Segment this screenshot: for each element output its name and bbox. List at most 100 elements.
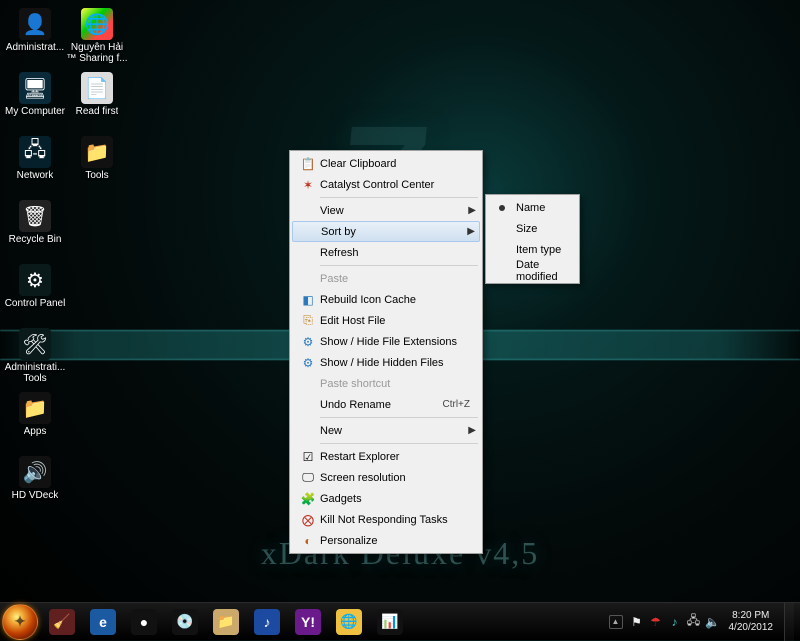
action-center-icon[interactable]: ⚑ <box>630 615 644 629</box>
start-orb-icon: ✦ <box>14 613 26 630</box>
ctx-edit-host[interactable]: ⎘ Edit Host File <box>292 310 480 331</box>
read-first-icon: 📄 <box>81 72 113 104</box>
network-icon: 🖧 <box>19 136 51 168</box>
desktop-icon-control-panel[interactable]: ⚙ Control Panel <box>4 260 66 322</box>
taskbar-explorer[interactable]: 📁 <box>206 605 246 639</box>
ctx-paste: Paste <box>292 268 480 289</box>
ctx-kill-tasks[interactable]: ⨂ Kill Not Responding Tasks <box>292 509 480 530</box>
host-file-icon: ⎘ <box>296 313 320 328</box>
chevron-right-icon: ▶ <box>466 205 476 216</box>
ctx-refresh[interactable]: Refresh <box>292 242 480 263</box>
hd-vdeck-icon: 🔊 <box>19 456 51 488</box>
taskbar-task-manager[interactable]: 📊 <box>370 605 410 639</box>
desktop-icon-label: Administrati... Tools <box>4 362 66 384</box>
desktop-icon-my-computer[interactable]: 🖥 My Computer <box>4 68 66 130</box>
control-panel-icon: ⚙ <box>19 264 51 296</box>
kill-tasks-icon: ⨂ <box>296 513 320 527</box>
ctx-restart-explorer[interactable]: ☑ Restart Explorer <box>292 446 480 467</box>
ctx-undo-rename[interactable]: Undo Rename Ctrl+Z <box>292 394 480 415</box>
sort-by-size[interactable]: Size <box>488 218 577 239</box>
cc-cleaner-icon: 🧹 <box>49 609 75 635</box>
ctx-personalize[interactable]: ◐ Personalize <box>292 530 480 551</box>
desktop-icon-nguyen-hai-sharing[interactable]: 🌐Nguyễn Hải ™ Sharing f... <box>66 4 128 66</box>
music-icon: ♪ <box>254 609 280 635</box>
taskbar-pinned-apps: 🧹 e● 💿 📁 ♪ Y! 🌐 📊 <box>42 603 410 640</box>
desktop-icon-read-first[interactable]: 📄 Read first <box>66 68 128 130</box>
volume-icon[interactable]: 🔈 <box>706 615 720 629</box>
show-desktop-button[interactable] <box>784 603 794 641</box>
desktop-icon-apps[interactable]: 📁 Apps <box>4 388 66 450</box>
ctx-new[interactable]: New ▶ <box>292 420 480 441</box>
sort-by-name[interactable]: Name <box>488 197 577 218</box>
audio-mixer-icon[interactable]: ♪ <box>668 615 682 629</box>
clock-date: 4/20/2012 <box>729 622 774 634</box>
desktop-icon-label: Tools <box>85 170 108 181</box>
task-manager-icon: 📊 <box>377 609 403 635</box>
my-computer-icon: 🖥 <box>19 72 51 104</box>
desktop-icon-network[interactable]: 🖧 Network <box>4 132 66 194</box>
tray-overflow-button[interactable]: ▲ <box>609 615 623 629</box>
desktop-icon-tools[interactable]: 📁Tools <box>66 132 128 194</box>
explorer-icon: 📁 <box>213 609 239 635</box>
disc-icon: 💿 <box>172 609 198 635</box>
desktop-icon-label: Control Panel <box>5 298 66 309</box>
ctx-show-hide-ext[interactable]: ⚙ Show / Hide File Extensions <box>292 331 480 352</box>
separator <box>320 417 478 418</box>
desktop-icon-label: Apps <box>24 426 47 437</box>
hidden-files-icon: ⚙ <box>296 356 320 370</box>
sort-by-date-modified[interactable]: Date modified <box>488 260 577 281</box>
messenger-icon: Y! <box>295 609 321 635</box>
security-icon[interactable]: ☂ <box>649 615 663 629</box>
desktop-icon-administrative-tools[interactable]: 🛠Administrati... Tools <box>4 324 66 386</box>
chevron-right-icon: ▶ <box>465 226 475 237</box>
system-tray: ▲ ⚑ ☂ ♪ 🖧 🔈 8:20 PM 4/20/2012 <box>609 603 800 640</box>
ctx-screen-resolution[interactable]: 🖵 Screen resolution <box>292 467 480 488</box>
personalize-icon: ◐ <box>296 534 320 548</box>
desktop-icon-label: Administrat... <box>6 42 64 53</box>
ctx-gadgets[interactable]: 🧩 Gadgets <box>292 488 480 509</box>
chevron-right-icon: ▶ <box>466 425 476 436</box>
administrator-icon: 👤 <box>19 8 51 40</box>
administrative-tools-icon: 🛠 <box>19 328 51 360</box>
separator <box>320 197 478 198</box>
ctx-paste-shortcut: Paste shortcut <box>292 373 480 394</box>
nguyen-hai-sharing-icon: 🌐 <box>81 8 113 40</box>
sort-by-item-type[interactable]: Item type <box>488 239 577 260</box>
desktop-icon-label: Network <box>17 170 54 181</box>
chrome-icon: 🌐 <box>336 609 362 635</box>
taskbar-messenger[interactable]: Y! <box>288 605 328 639</box>
desktop-icon-label: Read first <box>76 106 119 117</box>
taskbar-chrome[interactable]: 🌐 <box>329 605 369 639</box>
desktop-icon-label: Recycle Bin <box>9 234 62 245</box>
ctx-catalyst[interactable]: ✶ Catalyst Control Center <box>292 174 480 195</box>
taskbar: ✦ 🧹 e● 💿 📁 ♪ Y! 🌐 📊 ▲ ⚑ ☂ ♪ 🖧 🔈 8:20 PM 4/20/2012 <box>0 602 800 640</box>
gadgets-icon: 🧩 <box>296 492 320 506</box>
taskbar-media-center[interactable]: ● <box>124 605 164 639</box>
radio-selected-icon <box>499 205 505 211</box>
separator <box>320 443 478 444</box>
desktop-context-menu: 📋 Clear Clipboard ✶ Catalyst Control Cen… <box>289 150 483 554</box>
sort-by-submenu: Name Size Item type Date modified <box>485 194 580 284</box>
desktop-icon-label: My Computer <box>5 106 65 117</box>
ati-icon: ✶ <box>296 178 320 192</box>
start-button[interactable]: ✦ <box>2 604 38 640</box>
taskbar-cc-cleaner[interactable]: 🧹 <box>42 605 82 639</box>
taskbar-ie[interactable]: e <box>83 605 123 639</box>
taskbar-disc[interactable]: 💿 <box>165 605 205 639</box>
taskbar-music[interactable]: ♪ <box>247 605 287 639</box>
taskbar-clock[interactable]: 8:20 PM 4/20/2012 <box>729 610 774 634</box>
screen-resolution-icon: 🖵 <box>296 470 320 485</box>
restart-explorer-icon: ☑ <box>296 450 320 464</box>
ctx-sort-by[interactable]: Sort by ▶ <box>292 221 480 242</box>
apps-icon: 📁 <box>19 392 51 424</box>
ctx-show-hide-hidden[interactable]: ⚙ Show / Hide Hidden Files <box>292 352 480 373</box>
desktop-icon-administrator[interactable]: 👤 Administrat... <box>4 4 66 66</box>
ctx-view[interactable]: View ▶ <box>292 200 480 221</box>
ctx-rebuild-icon-cache[interactable]: ◧ Rebuild Icon Cache <box>292 289 480 310</box>
desktop-icon-hd-vdeck[interactable]: 🔊HD VDeck <box>4 452 66 514</box>
desktop-icon-recycle-bin[interactable]: 🗑 Recycle Bin <box>4 196 66 258</box>
desktop-icon-label: Nguyễn Hải ™ Sharing f... <box>66 42 128 64</box>
recycle-bin-icon: 🗑 <box>19 200 51 232</box>
ctx-clear-clipboard[interactable]: 📋 Clear Clipboard <box>292 153 480 174</box>
network-icon[interactable]: 🖧 <box>687 615 701 629</box>
